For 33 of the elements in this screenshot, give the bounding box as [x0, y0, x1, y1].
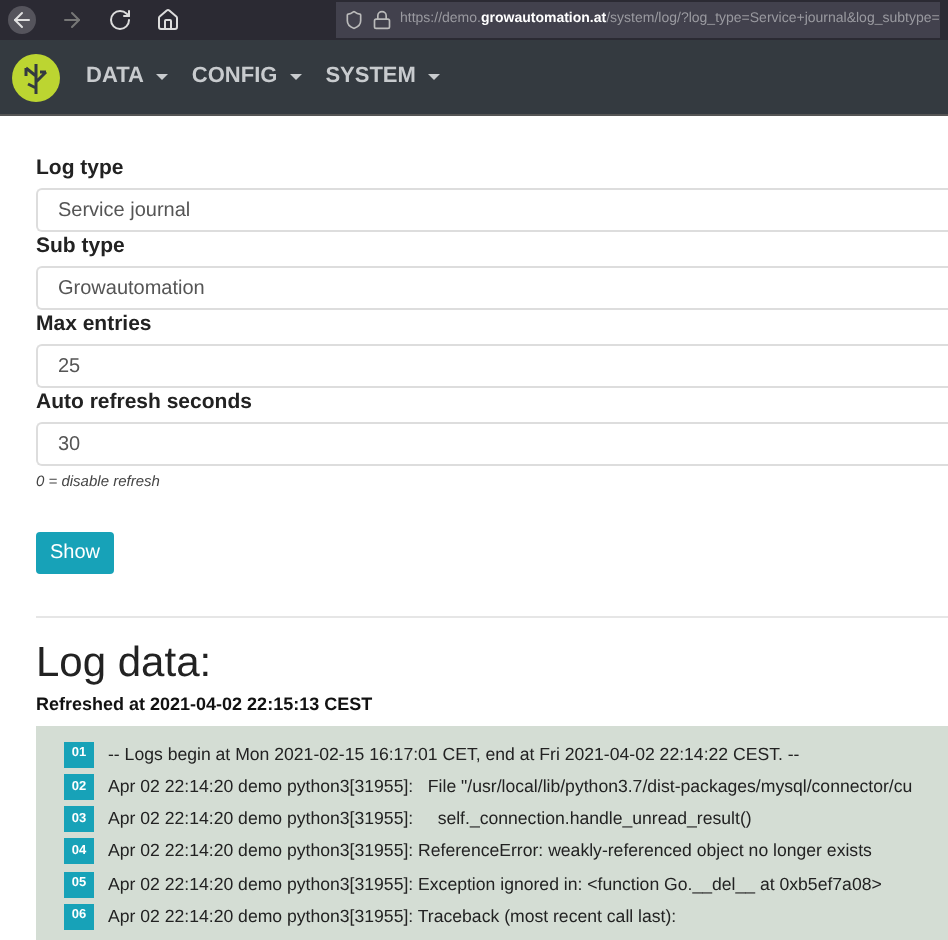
- log-line: Apr 02 22:14:20 demo python3[31955]: Exception ignored in: <function Go.__del__ at 0xb5ef7a08>: [108, 871, 882, 898]
- field-label: Sub type: [36, 232, 127, 260]
- back-icon[interactable]: [8, 6, 36, 34]
- log-line: Apr 02 22:14:20 demo python3[31955]: self._connection.handle_unread_result(): [108, 806, 752, 833]
- field-label: Auto refresh seconds: [36, 388, 254, 416]
- caret-icon: [289, 74, 302, 80]
- caret-icon: [427, 74, 440, 80]
- field-label: Max entries: [36, 310, 154, 338]
- input-field[interactable]: Growautomation: [36, 266, 948, 310]
- log-line: Apr 02 22:14:20 demo python3[31955]: ReferenceError: weakly-referenced object no longer exists: [108, 838, 872, 865]
- caret-icon: [155, 74, 168, 80]
- nav-menu-item[interactable]: DATA: [86, 60, 168, 94]
- log-line: -- Logs begin at Mon 2021-02-15 16:17:01 CET, end at Fri 2021-04-02 22:14:22 CEST. --: [108, 741, 800, 768]
- nav-menu-item[interactable]: SYSTEM: [325, 60, 440, 94]
- logo-icon[interactable]: [10, 51, 62, 103]
- log-line: Apr 02 22:14:20 demo python3[31955]: File "/usr/local/lib/python3.7/dist-packages/mysql/connector/cu: [108, 773, 913, 800]
- input-field[interactable]: 25: [36, 344, 948, 388]
- field-value: 25: [58, 353, 81, 381]
- forward-icon[interactable]: [60, 8, 84, 32]
- section-title: Log data:: [36, 638, 214, 691]
- field-value: 30: [58, 431, 81, 459]
- field-value: Service journal: [58, 197, 191, 225]
- input-field[interactable]: 30: [36, 422, 948, 466]
- lock-icon: [372, 10, 392, 30]
- refresh-time: Refreshed at 2021-04-02 22:15:13 CEST: [36, 692, 375, 719]
- input-field[interactable]: Service journal: [36, 188, 948, 232]
- field-label: Log type: [36, 154, 126, 182]
- log-line: Apr 02 22:14:20 demo python3[31955]: Traceback (most recent call last):: [108, 903, 677, 930]
- nav-menu-item[interactable]: CONFIG: [191, 60, 302, 94]
- home-icon[interactable]: [156, 8, 180, 32]
- field-value: Growautomation: [58, 275, 205, 303]
- shield-icon: [344, 10, 364, 30]
- reload-icon[interactable]: [108, 8, 132, 32]
